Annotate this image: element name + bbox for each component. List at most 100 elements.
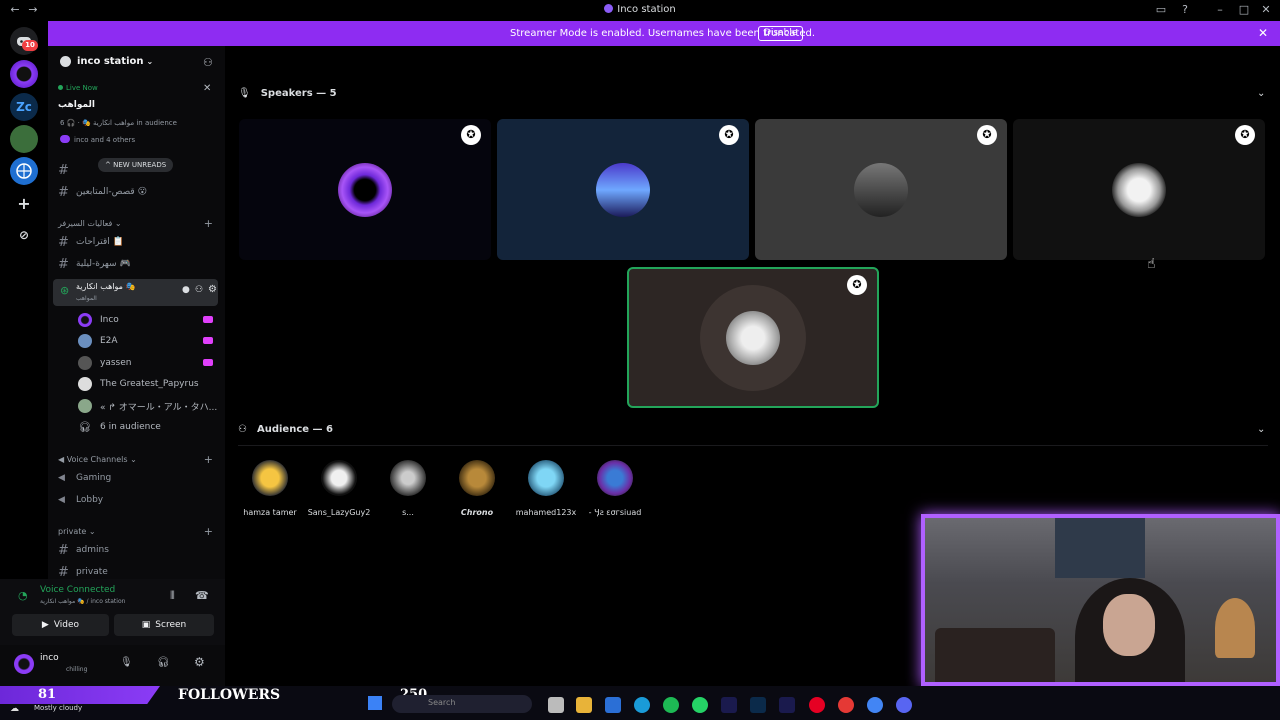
speaker-tile[interactable]: ✪ [1013, 119, 1265, 260]
photoshop-icon[interactable] [750, 697, 766, 713]
add-server-icon[interactable]: + [10, 189, 38, 217]
file-explorer-icon[interactable] [576, 697, 592, 713]
close-live-icon[interactable]: ✕ [203, 83, 211, 94]
hash-icon: # [58, 234, 69, 250]
audience-member[interactable]: Chrono [442, 460, 512, 517]
avatar[interactable] [14, 654, 34, 674]
audience-member[interactable]: s... [373, 460, 443, 517]
discover-icon[interactable]: ⊘ [10, 221, 38, 249]
close-icon[interactable]: ✕ [1258, 26, 1268, 40]
taskbar-search[interactable]: Search [392, 695, 532, 713]
add-member-icon[interactable]: ⚇ [203, 56, 213, 69]
minimize-icon[interactable]: – [1213, 3, 1227, 17]
followers-count: 81 [38, 687, 57, 702]
channel-suggestions[interactable]: # اقتراحات 📋 [58, 233, 124, 251]
channel-admins[interactable]: # admins [58, 541, 109, 559]
stage-icon: ⊛ [60, 284, 70, 297]
audience-member[interactable]: mahamed123x [511, 460, 581, 517]
discord-taskbar-icon[interactable] [896, 697, 912, 713]
speakers-heading: Speakers — 5 [260, 88, 337, 99]
stage-moderator-icon: ✪ [847, 275, 867, 295]
audience-count-row[interactable]: 🎧︎ 6 in audience [78, 418, 161, 436]
audience-header[interactable]: ⚇ Audience — 6 [238, 424, 333, 435]
followers-label: FOLLOWERS [178, 687, 281, 703]
settings-gear-icon[interactable]: ⚙ [208, 284, 217, 295]
pinterest-icon[interactable] [809, 697, 825, 713]
app-icon[interactable] [838, 697, 854, 713]
speaker-tile[interactable]: ✪ [497, 119, 749, 260]
channel-night[interactable]: # سهرة-ليلية 🎮 [58, 255, 131, 273]
channel-hidden[interactable]: # [58, 161, 76, 179]
server-header[interactable]: inco station ⌄ [60, 56, 153, 67]
member-row[interactable]: yassen [78, 354, 131, 372]
chevron-down-icon[interactable]: ⌄ [1257, 88, 1265, 99]
live-indicator-icon [203, 316, 213, 323]
close-window-icon[interactable]: ✕ [1259, 3, 1273, 17]
active-stage-channel[interactable]: ⊛ مواهب انكارية 🎭 المواهب ● ⚇ ⚙ [53, 279, 218, 306]
disable-button[interactable]: Disable [758, 26, 804, 41]
chat-icon[interactable]: ● [182, 285, 190, 295]
inbox-icon[interactable]: ▭ [1154, 3, 1168, 17]
category-private[interactable]: private ⌄ [58, 527, 96, 536]
signal-icon: ◔ [18, 589, 28, 602]
help-icon[interactable]: ? [1178, 3, 1192, 17]
avatar [854, 162, 908, 217]
member-row[interactable]: The Greatest_Papyrus [78, 375, 199, 393]
after-effects-icon[interactable] [779, 697, 795, 713]
server-zc[interactable]: Zc [10, 93, 38, 121]
whatsapp-icon[interactable] [692, 697, 708, 713]
category-server-events[interactable]: فعاليات السيرفر ⌄ [58, 219, 122, 228]
streamer-face [1103, 594, 1155, 656]
avatar [78, 356, 92, 370]
add-channel-icon[interactable]: + [204, 525, 213, 538]
audience-member[interactable]: - Ӌƨ εσгsiuad [580, 460, 650, 517]
headset-icon[interactable]: 🎧︎ [157, 657, 170, 668]
member-row[interactable]: Inco [78, 311, 119, 329]
edge-icon[interactable] [634, 697, 650, 713]
server-globe[interactable] [10, 157, 38, 185]
category-voice-channels[interactable]: ◀︎ Voice Channels ⌄ [58, 455, 137, 464]
maximize-icon[interactable]: □ [1237, 3, 1251, 17]
invite-icon[interactable]: ⚇ [195, 285, 203, 295]
server-avatar-green[interactable] [10, 125, 38, 153]
speaker-tile[interactable]: ✪ [755, 119, 1007, 260]
server-inco-station[interactable] [10, 60, 38, 88]
speaker-icon: ◀︎ [58, 473, 65, 483]
noise-suppression-icon[interactable]: ⦀ [170, 589, 175, 603]
add-channel-icon[interactable]: + [204, 217, 213, 230]
voice-location[interactable]: مواهب انكارية 🎭 / inco station [40, 598, 125, 605]
spotify-icon[interactable] [663, 697, 679, 713]
audience-member[interactable]: Sans_LazyGuy2 [304, 460, 374, 517]
unread-badge: 10 [22, 40, 38, 51]
windows-start-icon[interactable] [368, 696, 382, 710]
member-row[interactable]: « ↱ オマール・アル・タハ... [78, 397, 217, 415]
screen-share-button[interactable]: ▣ Screen [114, 614, 214, 636]
chrome-icon[interactable] [867, 697, 883, 713]
new-unreads-pill[interactable]: ^ NEW UNREADS [98, 158, 174, 172]
people-avatars-icon [60, 135, 70, 143]
server-icon [60, 56, 71, 67]
task-view-icon[interactable] [548, 697, 564, 713]
voice-channel-gaming[interactable]: ◀︎ Gaming [58, 469, 111, 487]
speakers-header[interactable]: 🎙︎ Speakers — 5 [238, 88, 337, 99]
video-button[interactable]: ▶︎ Video [12, 614, 109, 636]
live-now-label: Live Now [58, 84, 98, 92]
audience-member[interactable]: hamza tamer [235, 460, 305, 517]
premiere-icon[interactable] [721, 697, 737, 713]
store-icon[interactable] [605, 697, 621, 713]
speaker-tile-speaking[interactable]: ✪ [627, 267, 879, 408]
speaker-tile[interactable]: ✪ [239, 119, 491, 260]
avatar [528, 460, 564, 496]
microphone-icon[interactable]: 🎙︎ [120, 657, 133, 668]
member-row[interactable]: E2A [78, 332, 118, 350]
disconnect-icon[interactable]: ☎︎ [195, 589, 209, 602]
server-name: inco station [77, 56, 144, 67]
stage-title[interactable]: المواهب [58, 100, 95, 110]
add-channel-icon[interactable]: + [204, 453, 213, 466]
user-name: inco [40, 653, 59, 663]
chevron-down-icon[interactable]: ⌄ [1257, 424, 1265, 435]
channel-stories[interactable]: # قصص-المتابعين 😮 [58, 183, 147, 201]
user-settings-icon[interactable]: ⚙ [194, 655, 205, 669]
voice-status[interactable]: Voice Connected [40, 585, 115, 595]
voice-channel-lobby[interactable]: ◀︎ Lobby [58, 491, 103, 509]
